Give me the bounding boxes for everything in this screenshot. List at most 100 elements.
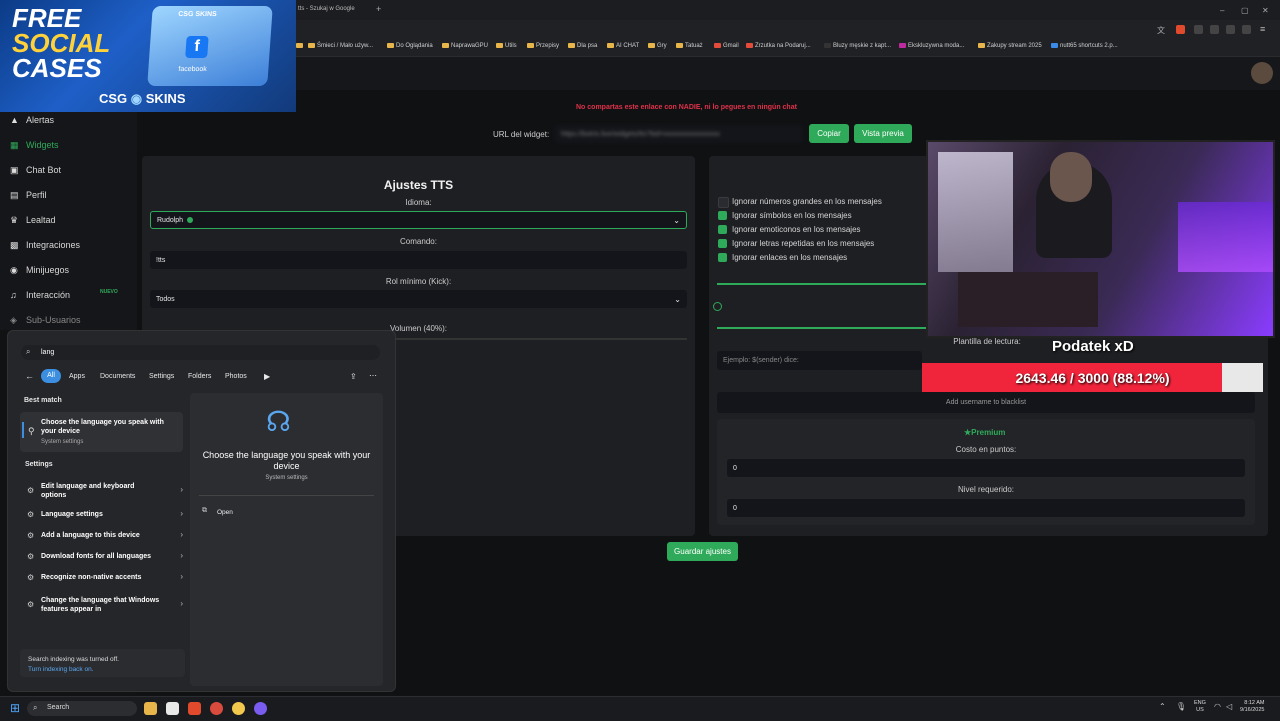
- cost-input[interactable]: 0: [727, 459, 1245, 477]
- filter-all[interactable]: All: [41, 369, 61, 383]
- search-box[interactable]: ⌕ lang: [21, 345, 380, 360]
- sidebar-item-sub-usuarios[interactable]: ◈ Sub-Usuarios: [10, 315, 81, 326]
- bookmark-item[interactable]: Zrzutka na Podaruj...: [746, 43, 811, 49]
- taskbar-search[interactable]: ⌕ Search: [27, 701, 137, 716]
- settings-item[interactable]: ⚙ Download fonts for all languages ›: [20, 550, 185, 564]
- microphone-icon[interactable]: 🎙︎: [1176, 702, 1186, 711]
- chevron-up-icon[interactable]: ⌃: [1159, 702, 1166, 711]
- speech-language-icon: ☊: [266, 406, 291, 437]
- close-icon[interactable]: ✕: [1262, 6, 1269, 15]
- save-button[interactable]: Guardar ajustes: [667, 542, 738, 561]
- bookmark-item[interactable]: Zakupy stream 2025: [978, 43, 1042, 49]
- shop-icon: [824, 43, 831, 48]
- wallet-icon[interactable]: [1226, 25, 1235, 34]
- preview-button[interactable]: Vista previa: [854, 124, 912, 143]
- volume-icon[interactable]: ◁: [1226, 702, 1232, 711]
- sidebar-item-chat-bot[interactable]: ▣ Chat Bot: [10, 165, 61, 176]
- brave-shield-icon[interactable]: [1176, 25, 1185, 34]
- bookmark-item[interactable]: Ekskluzywna moda...: [899, 43, 964, 49]
- checkbox-ignore-emotes[interactable]: [718, 225, 727, 234]
- copy-button[interactable]: Copiar: [809, 124, 849, 143]
- back-arrow-icon[interactable]: ←: [25, 371, 34, 381]
- bookmark-item[interactable]: Do Oglądania: [387, 43, 433, 49]
- turn-indexing-on-link[interactable]: Turn indexing back on.: [28, 666, 94, 673]
- play-icon[interactable]: ▶: [264, 372, 270, 381]
- menu-icon[interactable]: ≡: [1260, 24, 1269, 34]
- checkbox-ignore-numbers[interactable]: [718, 197, 729, 208]
- settings-item[interactable]: ⚙ Change the language that Windows featu…: [20, 594, 185, 616]
- brave-icon[interactable]: [188, 702, 201, 715]
- filter-apps[interactable]: Apps: [69, 373, 85, 380]
- new-tab-icon[interactable]: +: [376, 4, 381, 14]
- input-language[interactable]: ENG US: [1194, 700, 1206, 714]
- bookmark-item[interactable]: Utils: [496, 43, 517, 49]
- sidebar-item-perfil[interactable]: ▤ Perfil: [10, 190, 47, 201]
- sidebar-item-lealtad[interactable]: ♛ Lealtad: [10, 215, 56, 226]
- settings-item[interactable]: ⚙ Add a language to this device ›: [20, 529, 185, 543]
- store-icon[interactable]: [166, 702, 179, 715]
- emoji-app-icon[interactable]: [232, 702, 245, 715]
- bookmark-item[interactable]: Gmail: [714, 43, 739, 49]
- settings-item[interactable]: ⚙ Edit language and keyboard options ›: [20, 480, 185, 502]
- windows-start-icon[interactable]: ⊞: [10, 702, 23, 715]
- bookmark-item[interactable]: Bluzy męskie z kapt...: [824, 43, 891, 49]
- role-select[interactable]: Todos ⌄: [150, 290, 687, 308]
- slider-handle[interactable]: [713, 302, 722, 311]
- filter-settings[interactable]: Settings: [149, 373, 174, 380]
- blacklist-input[interactable]: Add username to blacklist: [717, 392, 1255, 413]
- clock-date: 9/16/2025: [1240, 707, 1265, 713]
- ad-brand-right: SKINS: [145, 91, 186, 106]
- sidebar-toggle-icon[interactable]: [1242, 25, 1251, 34]
- premium-title: ★Premium: [964, 428, 1005, 437]
- maximize-icon[interactable]: ▢: [1241, 6, 1249, 15]
- level-input[interactable]: 0: [727, 499, 1245, 517]
- extension-icon[interactable]: [1194, 25, 1203, 34]
- settings-item[interactable]: ⚙ Recognize non-native accents ›: [20, 571, 185, 585]
- more-options-icon[interactable]: ⋯: [369, 371, 377, 380]
- filter-documents[interactable]: Documents: [100, 373, 135, 380]
- ad-brand: CSG ◉ SKINS: [99, 91, 186, 107]
- vpn-icon[interactable]: [1210, 25, 1219, 34]
- share-icon[interactable]: ⇪: [350, 372, 357, 381]
- sidebar-item-alertas[interactable]: ▲ Alertas: [10, 115, 54, 125]
- bookmark-item[interactable]: Dla psa: [568, 43, 597, 49]
- checkbox-ignore-repeated[interactable]: [718, 239, 727, 248]
- clock[interactable]: 8:12 AM 9/16/2025: [1240, 700, 1264, 714]
- command-input[interactable]: !tts: [150, 251, 687, 269]
- translate-icon[interactable]: 文: [1157, 25, 1166, 35]
- template-input[interactable]: Ejemplo: $(sender) dice:: [717, 351, 922, 370]
- best-match-item[interactable]: ⚲ Choose the language you speak with you…: [20, 412, 183, 452]
- settings-item[interactable]: ⚙ Language settings ›: [20, 508, 185, 522]
- bookmark-item[interactable]: AI CHAT: [607, 43, 639, 49]
- open-label[interactable]: Open: [217, 509, 233, 516]
- app-icon[interactable]: [254, 702, 267, 715]
- bookmark-item[interactable]: Gry: [648, 43, 667, 49]
- filter-photos[interactable]: Photos: [225, 373, 247, 380]
- sidebar-item-minijuegos[interactable]: ◉ Minijuegos: [10, 265, 69, 276]
- chrome-icon[interactable]: [210, 702, 223, 715]
- language-keyboard-icon: ⚙: [27, 486, 35, 495]
- checkbox-ignore-links[interactable]: [718, 253, 727, 262]
- checkbox-ignore-symbols[interactable]: [718, 211, 727, 220]
- language-select[interactable]: Rudolph ⌄: [150, 211, 687, 229]
- bookmark-item[interactable]: [296, 43, 305, 49]
- filter-folders[interactable]: Folders: [188, 373, 211, 380]
- bookmark-item[interactable]: nutt65 shortcuts 2.p...: [1051, 43, 1118, 49]
- bookmark-item[interactable]: Śmieci / Mało używ...: [308, 43, 373, 49]
- sidebar-item-integraciones[interactable]: ▩ Integraciones: [10, 240, 80, 251]
- minimize-icon[interactable]: –: [1220, 6, 1224, 15]
- open-icon[interactable]: ⧉: [202, 507, 207, 515]
- sidebar-item-interaccion[interactable]: ♫ Interacción: [10, 290, 70, 300]
- grid-icon: ▦: [10, 140, 19, 150]
- wifi-icon[interactable]: ◠: [1214, 702, 1221, 711]
- sidebar-item-widgets[interactable]: ▦ Widgets: [10, 140, 59, 151]
- widget-url-field[interactable]: https://botrix.live/widgets/tts?bid=xxxx…: [555, 125, 803, 143]
- ad-banner[interactable]: FREE SOCIAL CASES CSG SKINS f facebook C…: [0, 0, 296, 112]
- ad-line-1: FREE: [12, 3, 82, 33]
- bookmark-item[interactable]: Przepisy: [527, 43, 559, 49]
- bookmark-item[interactable]: NaprawaGPU: [442, 43, 488, 49]
- avatar[interactable]: [1251, 62, 1273, 84]
- file-explorer-icon[interactable]: [144, 702, 157, 715]
- bookmark-item[interactable]: Tatuaż: [676, 43, 703, 49]
- tab-title[interactable]: tts - Szukaj w Google: [298, 6, 355, 12]
